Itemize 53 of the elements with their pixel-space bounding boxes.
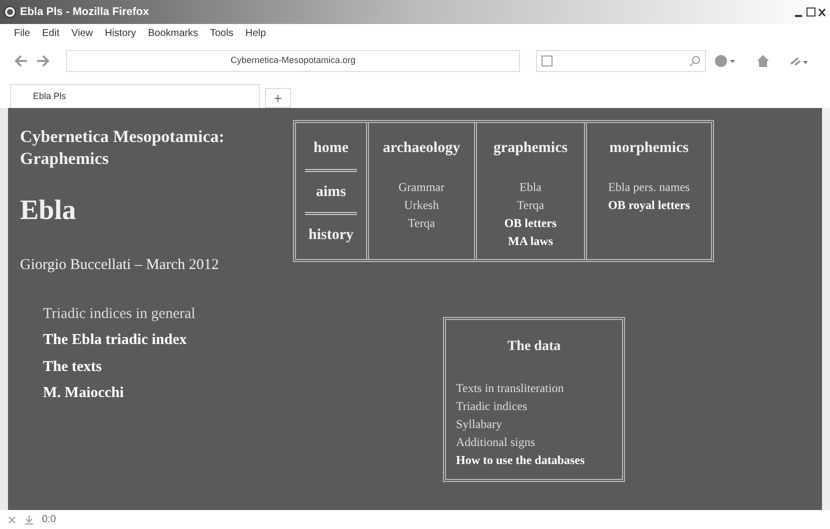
search-icon[interactable]: [689, 55, 701, 67]
new-tab-button[interactable]: +: [265, 88, 291, 108]
nav-link[interactable]: Urkesh: [404, 196, 439, 214]
address-field[interactable]: Cybernetica-Mesopotamica.org: [66, 50, 520, 72]
panel-title: The data: [506, 338, 562, 356]
browser-tab[interactable]: Ebla Pls: [10, 84, 260, 108]
search-engine-icon[interactable]: [541, 55, 553, 67]
nav-link[interactable]: Terqa: [408, 214, 436, 232]
byline: Giorgio Buccellati – March 2012: [20, 256, 220, 275]
nav-link[interactable]: OB letters: [504, 214, 557, 232]
maximize-icon[interactable]: [806, 6, 816, 18]
nav-link[interactable]: home: [314, 137, 348, 160]
nav-link[interactable]: history: [308, 224, 354, 246]
address-text: Cybernetica-Mesopotamica.org: [230, 54, 356, 68]
nav-heading-link[interactable]: graphemics: [493, 137, 568, 160]
nav-link[interactable]: aims: [316, 180, 346, 203]
nav-heading-link[interactable]: archaeology: [382, 137, 460, 160]
page-link[interactable]: M. Maiocchi: [43, 382, 280, 404]
nav-link[interactable]: MA laws: [508, 232, 553, 250]
nav-heading-link[interactable]: morphemics: [609, 137, 689, 160]
browser-icon: [4, 6, 16, 18]
window-title: Ebla Pls - Mozilla Firefox: [20, 4, 149, 20]
menu-item[interactable]: File: [14, 26, 30, 40]
forward-icon[interactable]: [36, 55, 50, 67]
menu-item[interactable]: Help: [245, 26, 266, 40]
addon-icon[interactable]: [714, 54, 736, 68]
data-link[interactable]: Triadic indices: [456, 397, 612, 415]
home-icon[interactable]: [756, 54, 770, 68]
page-link[interactable]: The texts: [43, 356, 280, 378]
bookmark-icon[interactable]: [790, 55, 808, 67]
menu-item[interactable]: Edit: [42, 26, 60, 40]
nav-link[interactable]: Ebla pers. names: [608, 178, 690, 196]
site-title: Cybernetica Mesopotamica: Graphemics: [20, 126, 226, 170]
nav-link[interactable]: Grammar: [398, 178, 444, 196]
page-link[interactable]: The Ebla triadic index: [43, 329, 280, 352]
nav-link[interactable]: Ebla: [520, 178, 542, 196]
data-link[interactable]: How to use the databases: [456, 451, 612, 469]
status-text: 0:0: [42, 513, 56, 527]
search-field[interactable]: [536, 50, 706, 72]
data-link[interactable]: Syllabary: [456, 415, 612, 433]
menu-item[interactable]: View: [71, 26, 93, 40]
page-heading: Ebla: [20, 194, 78, 228]
back-icon[interactable]: [14, 55, 28, 67]
nav-link[interactable]: OB royal letters: [608, 196, 690, 214]
menu-item[interactable]: Tools: [210, 26, 234, 40]
menu-item[interactable]: Bookmarks: [148, 26, 198, 40]
data-link[interactable]: Additional signs: [456, 433, 612, 451]
page-link[interactable]: Triadic indices in general: [43, 302, 280, 325]
data-link[interactable]: Texts in transliteration: [456, 379, 612, 397]
close-icon[interactable]: [818, 6, 826, 18]
nav-link[interactable]: Terqa: [516, 196, 544, 214]
download-icon[interactable]: [24, 514, 34, 524]
menu-item[interactable]: History: [104, 26, 136, 40]
